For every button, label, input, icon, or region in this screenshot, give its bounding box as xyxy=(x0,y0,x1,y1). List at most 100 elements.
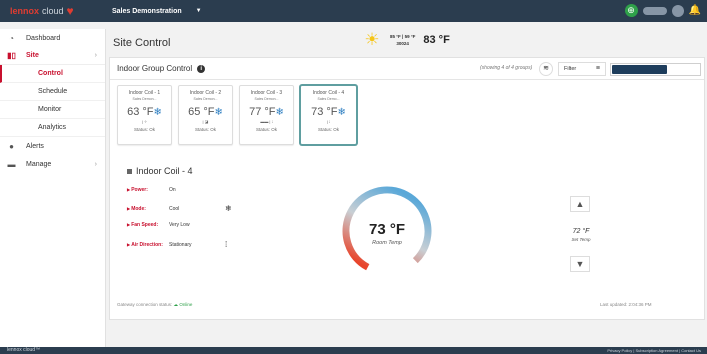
snowflake-icon: ❄ xyxy=(225,204,232,213)
detail-title-text: Indoor Coil - 4 xyxy=(136,166,193,176)
alert-circle-icon: ● xyxy=(9,141,14,151)
filter-label: Filter xyxy=(564,66,577,72)
card-status: Status: Ok xyxy=(317,127,339,132)
card-status: Status: Ok xyxy=(194,127,216,132)
air-direction-row[interactable]: Air Direction: Stationary ⁞ xyxy=(127,240,227,249)
user-name-pill[interactable] xyxy=(642,6,667,15)
room-temp-value: 73 °F xyxy=(369,221,405,238)
sidebar-sub-monitor[interactable]: Monitor xyxy=(0,101,105,119)
cloud-icon: ☁ xyxy=(173,302,179,307)
card-subtitle: Sales Demon... xyxy=(254,97,279,101)
sidebar-item-dashboard[interactable]: ◔ Dashboard xyxy=(0,29,105,47)
chevron-right-icon: › xyxy=(94,52,97,59)
footer-links[interactable]: Privacy Policy | Subscription Agreement … xyxy=(607,347,701,354)
temp-up-button[interactable]: ▲ xyxy=(570,196,590,212)
mode-value: Cool xyxy=(169,205,180,212)
room-temp-label: Room Temp xyxy=(372,240,402,246)
footer-brand: lennox cloud™ xyxy=(7,347,41,353)
layers-icon: ≋ xyxy=(543,65,549,72)
gateway-label: Gateway connection status: xyxy=(117,302,173,307)
sun-icon: ☀ xyxy=(364,30,380,49)
group-card[interactable]: Indoor Coil - 3 Sales Demon... 77 °F❄ ▬▬… xyxy=(239,85,294,145)
group-card-selected[interactable]: Indoor Coil - 4 Sales Demo... 73 °F❄ | ⁞… xyxy=(300,85,357,145)
card-temp: 77 °F xyxy=(249,106,276,118)
sidebar-sub-schedule[interactable]: Schedule xyxy=(0,83,105,101)
speedometer-icon: ◔ xyxy=(9,33,14,43)
snowflake-icon: ❄ xyxy=(337,107,346,118)
fan-direction-icon: | ⁞ xyxy=(326,119,331,124)
brand-name: lennox xyxy=(10,6,40,16)
page-title: Site Control xyxy=(113,37,171,49)
caret-up-icon: ▲ xyxy=(575,199,585,209)
chevron-right-icon: › xyxy=(94,160,97,168)
card-name: Indoor Coil - 1 xyxy=(128,90,161,96)
search-redacted-value xyxy=(612,65,667,74)
fan-direction-icon: ▬▬ | ⁞ xyxy=(260,119,273,124)
user-avatar-icon[interactable] xyxy=(671,4,684,17)
chevron-down-icon: ▼ xyxy=(195,8,202,14)
card-temp: 63 °F xyxy=(127,106,154,118)
fan-speed-label: Fan Speed: xyxy=(127,222,169,228)
sidebar-item-site[interactable]: ▮▯ Site › xyxy=(0,47,105,65)
mode-label: Mode: xyxy=(127,206,169,212)
sidebar-item-label: Manage xyxy=(26,160,52,168)
mode-row[interactable]: Mode: Cool ❄ xyxy=(127,204,232,213)
info-icon[interactable]: i xyxy=(197,64,206,73)
card-name: Indoor Coil - 4 xyxy=(312,90,345,96)
project-selector[interactable]: Sales Demonstration ▼ xyxy=(112,8,202,15)
square-icon xyxy=(127,168,132,174)
gateway-status: Gateway connection status: ☁ Online xyxy=(117,302,192,308)
main-content: Site Control ☀ 85 °F | 59 °F 30024 83 °F… xyxy=(106,29,707,347)
snowflake-icon: ❄ xyxy=(214,107,223,118)
snowflake-icon: ❄ xyxy=(275,107,284,118)
project-name: Sales Demonstration xyxy=(112,7,182,15)
weather-hilo: 85 °F | 59 °F 30024 xyxy=(390,33,415,47)
bell-icon[interactable]: 🔔 xyxy=(689,5,701,16)
footer: lennox cloud™ Privacy Policy | Subscript… xyxy=(0,347,707,354)
brand-cloud: cloud xyxy=(42,6,64,16)
power-value: On xyxy=(169,187,176,193)
fan-speed-value: Very Low xyxy=(169,222,190,228)
gateway-value: Online xyxy=(179,302,193,307)
brand-logo[interactable]: lennox cloud ♥ xyxy=(10,5,112,17)
briefcase-icon: ▬ xyxy=(7,159,16,169)
sidebar-sub-analytics[interactable]: Analytics xyxy=(0,119,105,137)
group-card-list: Indoor Coil - 1 Sales Demon... 63 °F ❄ | … xyxy=(117,85,357,145)
sidebar-item-alerts[interactable]: ● Alerts xyxy=(0,137,105,155)
filter-icon: ≡ xyxy=(595,65,600,72)
fan-direction-icon: | ✧ xyxy=(141,119,148,124)
card-temp: 65 °F xyxy=(188,106,215,118)
set-temp-value: 72 °F xyxy=(572,228,590,235)
weather-hilo-text: 85 °F | 59 °F xyxy=(390,33,416,39)
caret-down-icon: ▼ xyxy=(575,259,585,269)
building-icon: ▮▯ xyxy=(7,51,16,60)
card-subtitle: Sales Demon... xyxy=(132,97,157,101)
group-count: (showing 4 of 4 groups) xyxy=(480,65,533,71)
top-navbar: lennox cloud ♥ Sales Demonstration ▼ ⊕ 🔔 xyxy=(0,0,707,22)
sidebar-item-label: Site xyxy=(26,52,39,59)
group-card[interactable]: Indoor Coil - 2 Sales Demon... 65 °F❄ | … xyxy=(178,85,233,145)
sidebar-item-manage[interactable]: ▬ Manage › xyxy=(0,155,105,173)
fan-speed-row[interactable]: Fan Speed: Very Low xyxy=(127,222,190,228)
group-card[interactable]: Indoor Coil - 1 Sales Demon... 63 °F❄ | … xyxy=(117,85,172,145)
search-input[interactable] xyxy=(610,63,701,76)
set-temp-label: Set Temp xyxy=(571,237,591,242)
layers-button[interactable]: ≋ xyxy=(539,62,553,76)
room-temp-dial: 73 °F Room Temp xyxy=(342,186,432,276)
air-direction-icon: ⁞ xyxy=(225,240,228,249)
air-direction-label: Air Direction: xyxy=(127,242,169,248)
weather-widget: ☀ 85 °F | 59 °F 30024 83 °F xyxy=(358,30,449,49)
filter-button[interactable]: Filter ≡ xyxy=(558,62,606,76)
indoor-group-panel: Indoor Group Control i (showing 4 of 4 g… xyxy=(109,57,705,320)
card-temp: 73 °F xyxy=(311,106,338,118)
sidebar-item-label: Alerts xyxy=(26,142,44,150)
card-status: Status: Ok xyxy=(255,127,277,132)
temp-down-button[interactable]: ▼ xyxy=(570,256,590,272)
weather-zip: 30024 xyxy=(396,40,409,46)
card-name: Indoor Coil - 3 xyxy=(250,90,283,96)
globe-icon[interactable]: ⊕ xyxy=(624,4,638,17)
card-name: Indoor Coil - 2 xyxy=(189,90,222,96)
sidebar-sub-control[interactable]: Control xyxy=(0,65,105,83)
card-subtitle: Sales Demo... xyxy=(317,97,340,101)
power-row[interactable]: Power: On xyxy=(127,187,176,193)
